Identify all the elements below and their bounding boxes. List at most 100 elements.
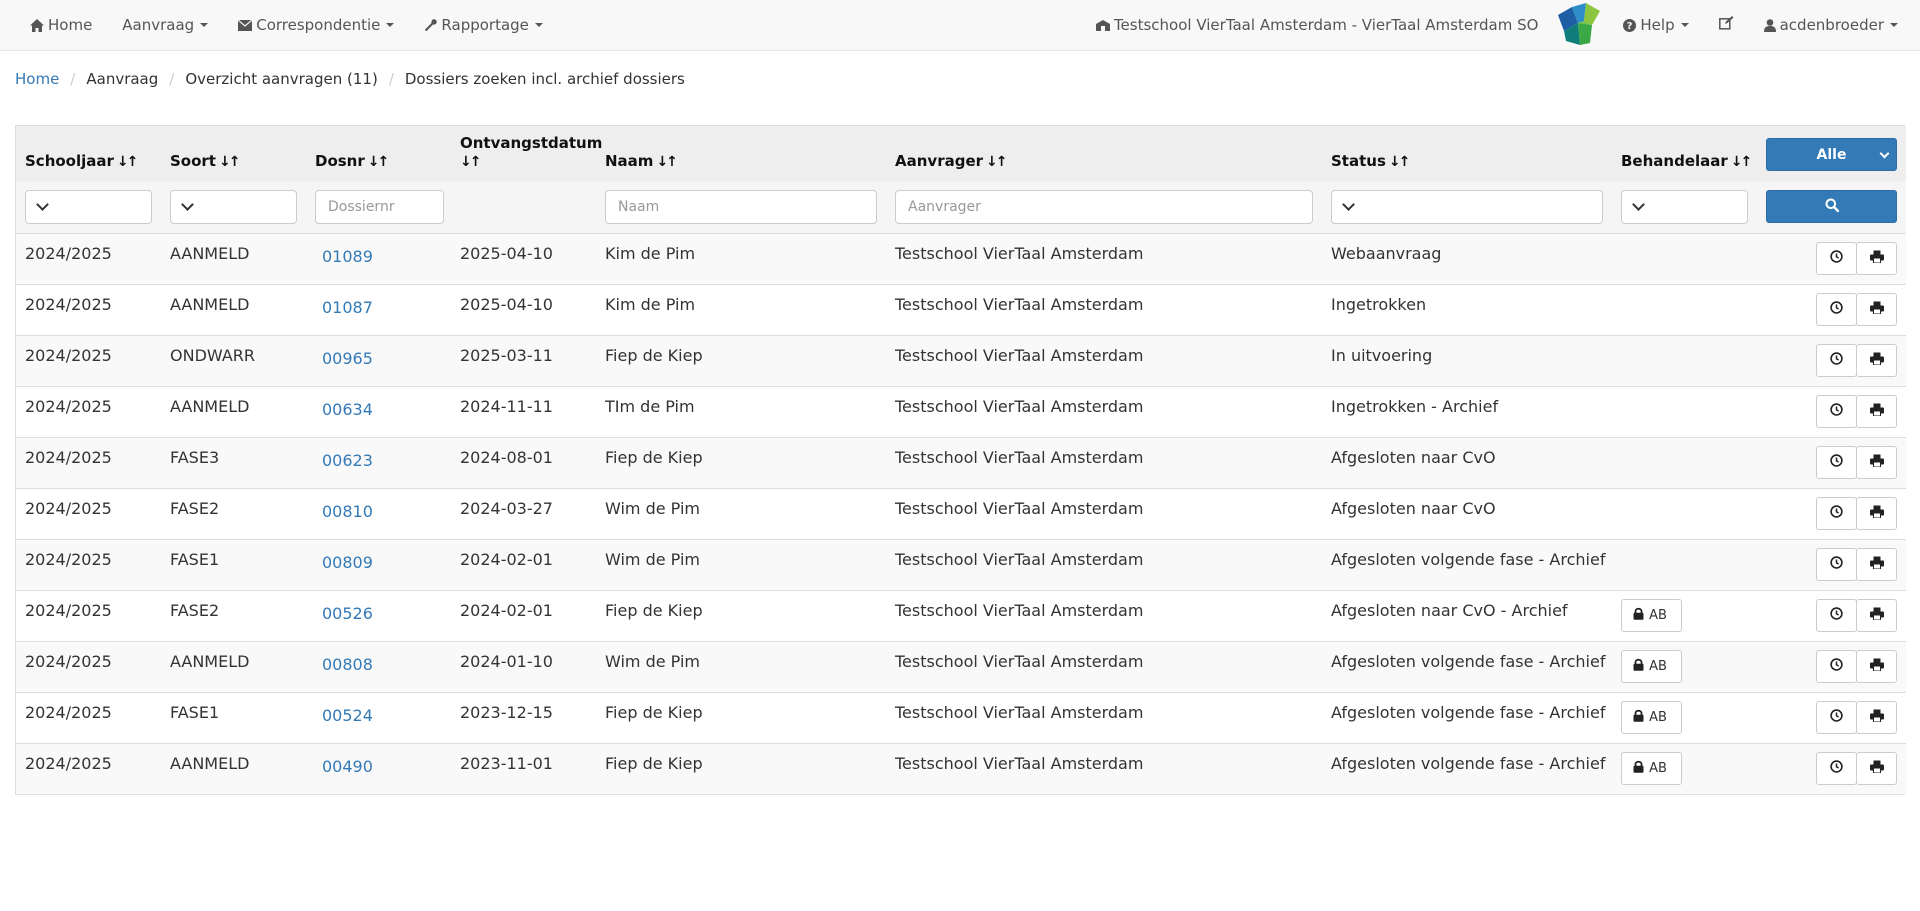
- cell-aanvrager: Testschool VierTaal Amsterdam: [886, 232, 1322, 284]
- col-ontvangstdatum-header[interactable]: Ontvangstdatum ↓↑: [451, 126, 602, 181]
- dossier-link[interactable]: 00524: [315, 703, 373, 725]
- row-actions: [1766, 598, 1897, 632]
- nav-aanvraag-label: Aanvraag: [122, 16, 195, 34]
- cell-soort: FASE1: [161, 538, 306, 590]
- cell-dosnr: 01089: [306, 232, 451, 284]
- schooljaar-filter-select[interactable]: [25, 189, 152, 224]
- dossier-link[interactable]: 00623: [315, 448, 373, 470]
- history-button[interactable]: [1816, 292, 1857, 326]
- col-aanvrager-header[interactable]: Aanvrager ↓↑: [886, 126, 1322, 181]
- cell-schooljaar: 2024/2025: [16, 232, 161, 284]
- row-actions: [1766, 394, 1897, 428]
- history-button[interactable]: [1816, 343, 1857, 377]
- cell-behandelaar: [1612, 385, 1757, 437]
- print-button[interactable]: [1856, 394, 1897, 428]
- nav-school[interactable]: Testschool VierTaal Amsterdam - VierTaal…: [1081, 0, 1548, 50]
- ontvangstdatum-filter-empty: [451, 181, 596, 234]
- row-actions: [1766, 547, 1897, 581]
- nav-edit[interactable]: [1704, 0, 1749, 50]
- nav-aanvraag[interactable]: Aanvraag: [107, 0, 223, 50]
- col-soort-header[interactable]: Soort ↓↑: [161, 126, 306, 181]
- cell-schooljaar: 2024/2025: [16, 691, 161, 743]
- cell-ontvangstdatum: 2024-02-01: [451, 538, 596, 590]
- dossiernr-filter-input[interactable]: Dossiernr: [315, 189, 444, 224]
- edit-icon: [1718, 16, 1734, 34]
- nav-help[interactable]: ? Help: [1608, 0, 1703, 50]
- history-button[interactable]: [1816, 445, 1857, 479]
- behandelaar-lock-button[interactable]: AB: [1621, 649, 1682, 683]
- cell-actions: [1757, 232, 1906, 284]
- col-behandelaar-header[interactable]: Behandelaar ↓↑: [1612, 126, 1757, 181]
- alle-dropdown-button[interactable]: Alle: [1766, 138, 1897, 171]
- chevron-down-icon: [534, 23, 543, 27]
- dossier-link[interactable]: 01087: [315, 295, 373, 317]
- print-button[interactable]: [1856, 547, 1897, 581]
- history-button[interactable]: [1816, 241, 1857, 275]
- aanvrager-filter-input[interactable]: Aanvrager: [895, 189, 1313, 224]
- col-schooljaar-header[interactable]: Schooljaar ↓↑: [16, 126, 161, 181]
- clock-icon: [1830, 249, 1843, 267]
- table-row: 2024/2025 AANMELD 00634 2024-11-11 TIm d…: [16, 385, 1906, 437]
- breadcrumb-home[interactable]: Home: [15, 70, 59, 88]
- history-button[interactable]: [1816, 751, 1857, 785]
- print-button[interactable]: [1856, 292, 1897, 326]
- search-button[interactable]: [1766, 190, 1897, 224]
- cell-dosnr: 00634: [306, 385, 451, 437]
- dossier-link[interactable]: 00634: [315, 397, 373, 419]
- cell-soort: FASE2: [161, 589, 306, 641]
- dossier-link[interactable]: 01089: [315, 244, 373, 266]
- col-naam-header[interactable]: Naam ↓↑: [596, 126, 886, 181]
- behandelaar-lock-button[interactable]: AB: [1621, 751, 1682, 785]
- soort-filter-select[interactable]: [170, 189, 297, 224]
- dossier-link[interactable]: 00810: [315, 499, 373, 521]
- dossier-link[interactable]: 00809: [315, 550, 373, 572]
- sort-icon: ↓↑: [986, 154, 1008, 170]
- print-button[interactable]: [1856, 241, 1897, 275]
- col-dosnr-header[interactable]: Dosnr ↓↑: [306, 126, 451, 181]
- history-button[interactable]: [1816, 700, 1857, 734]
- print-button[interactable]: [1856, 649, 1897, 683]
- dossier-link[interactable]: 00965: [315, 346, 373, 368]
- print-button[interactable]: [1856, 496, 1897, 530]
- cell-aanvrager: Testschool VierTaal Amsterdam: [886, 334, 1322, 386]
- cell-behandelaar: AB: [1612, 742, 1757, 794]
- behandelaar-filter-select[interactable]: [1621, 189, 1748, 224]
- cell-aanvrager: Testschool VierTaal Amsterdam: [886, 385, 1322, 437]
- history-button[interactable]: [1816, 496, 1857, 530]
- dossier-link[interactable]: 00526: [315, 601, 373, 623]
- dossiernr-placeholder: Dossiernr: [328, 198, 395, 215]
- history-button[interactable]: [1816, 547, 1857, 581]
- history-button[interactable]: [1816, 394, 1857, 428]
- dossier-link[interactable]: 00808: [315, 652, 373, 674]
- status-filter-select[interactable]: [1331, 189, 1603, 224]
- nav-correspondentie[interactable]: Correspondentie: [223, 0, 409, 50]
- cell-status: Afgesloten volgende fase - Archief: [1322, 640, 1612, 692]
- naam-filter-input[interactable]: Naam: [605, 189, 877, 224]
- print-button[interactable]: [1856, 751, 1897, 785]
- print-button[interactable]: [1856, 598, 1897, 632]
- cell-naam: Fiep de Kiep: [596, 334, 886, 386]
- nav-rapportage[interactable]: Rapportage: [409, 0, 558, 50]
- print-button[interactable]: [1856, 445, 1897, 479]
- col-status-header[interactable]: Status ↓↑: [1322, 126, 1612, 181]
- cell-aanvrager: Testschool VierTaal Amsterdam: [886, 691, 1322, 743]
- history-button[interactable]: [1816, 649, 1857, 683]
- cell-actions: [1757, 385, 1906, 437]
- nav-right: Testschool VierTaal Amsterdam - VierTaal…: [1081, 0, 1920, 50]
- cell-soort: FASE2: [161, 487, 306, 539]
- nav-rapportage-label: Rapportage: [441, 16, 529, 34]
- cell-behandelaar: [1612, 232, 1757, 284]
- behandelaar-lock-button[interactable]: AB: [1621, 700, 1682, 734]
- print-icon: [1869, 403, 1884, 420]
- print-icon: [1869, 505, 1884, 522]
- print-button[interactable]: [1856, 700, 1897, 734]
- nav-user[interactable]: acdenbroeder: [1749, 0, 1920, 50]
- print-button[interactable]: [1856, 343, 1897, 377]
- history-button[interactable]: [1816, 598, 1857, 632]
- cell-dosnr: 00623: [306, 436, 451, 488]
- dossier-link[interactable]: 00490: [315, 754, 373, 776]
- cell-soort: AANMELD: [161, 742, 306, 794]
- behandelaar-lock-button[interactable]: AB: [1621, 598, 1682, 632]
- cell-ontvangstdatum: 2024-11-11: [451, 385, 596, 437]
- nav-home[interactable]: Home: [15, 0, 107, 50]
